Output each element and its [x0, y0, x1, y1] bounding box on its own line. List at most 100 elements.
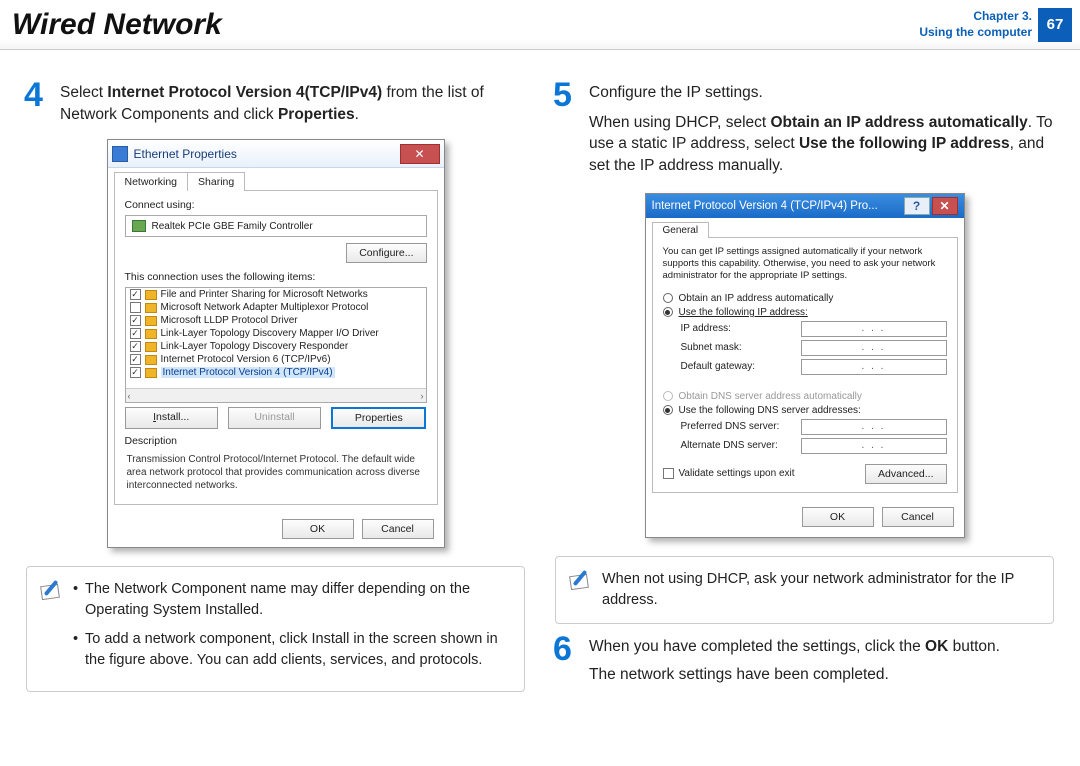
ip-input[interactable]: . . .	[801, 419, 947, 435]
radio-obtain-dns-auto: Obtain DNS server address automatically	[663, 391, 947, 402]
protocol-icon	[145, 290, 157, 300]
description-text: Transmission Control Protocol/Internet P…	[125, 451, 427, 494]
subnet-mask-field: Subnet mask:. . .	[681, 340, 947, 356]
ip-input[interactable]: . . .	[801, 321, 947, 337]
dialog-titlebar: Internet Protocol Version 4 (TCP/IPv4) P…	[646, 194, 964, 218]
chapter-info: Chapter 3. Using the computer	[919, 9, 1032, 40]
note-icon	[39, 579, 63, 599]
step-number: 6	[553, 634, 579, 685]
close-button[interactable]: ✕	[932, 197, 958, 215]
default-gateway-field: Default gateway:. . .	[681, 359, 947, 375]
checkbox-icon[interactable]	[663, 468, 674, 479]
install-button[interactable]: Install...	[125, 407, 218, 429]
ethernet-icon	[112, 146, 128, 162]
list-item[interactable]: Microsoft Network Adapter Multiplexor Pr…	[126, 301, 426, 314]
step-6: 6 When you have completed the settings, …	[553, 634, 1056, 685]
radio-icon[interactable]	[663, 307, 673, 317]
checkbox-icon[interactable]: ✓	[130, 341, 141, 352]
horizontal-scrollbar[interactable]: ‹›	[126, 388, 426, 402]
note-bullet: To add a network component, click Instal…	[73, 629, 510, 671]
note-bullet: The Network Component name may differ de…	[73, 579, 510, 621]
checkbox-icon[interactable]: ✓	[130, 354, 141, 365]
preferred-dns-field: Preferred DNS server:. . .	[681, 419, 947, 435]
step-text: Configure the IP settings. When using DH…	[589, 80, 1056, 177]
step-4: 4 Select Internet Protocol Version 4(TCP…	[24, 80, 527, 125]
checkbox-icon[interactable]: ✓	[130, 289, 141, 300]
note-text: When not using DHCP, ask your network ad…	[602, 569, 1039, 611]
help-button[interactable]: ?	[904, 197, 930, 215]
radio-icon	[663, 391, 673, 401]
right-column: 5 Configure the IP settings. When using …	[553, 80, 1056, 699]
page-number-badge: 67	[1038, 8, 1072, 42]
left-column: 4 Select Internet Protocol Version 4(TCP…	[24, 80, 527, 699]
protocol-icon	[145, 342, 157, 352]
step-text: When you have completed the settings, cl…	[589, 634, 1000, 685]
scroll-left-icon[interactable]: ‹	[128, 391, 131, 401]
uninstall-button: Uninstall	[228, 407, 321, 429]
tab-sharing[interactable]: Sharing	[187, 172, 245, 191]
intro-text: You can get IP settings assigned automat…	[663, 246, 947, 283]
step-number: 5	[553, 80, 579, 177]
items-label: This connection uses the following items…	[125, 271, 427, 283]
adapter-box: Realtek PCIe GBE Family Controller	[125, 215, 427, 237]
connect-using-label: Connect using:	[125, 199, 427, 211]
dialog-title-text: Internet Protocol Version 4 (TCP/IPv4) P…	[652, 200, 878, 212]
dialog-tabs: Networking Sharing	[108, 168, 444, 191]
page-title: Wired Network	[12, 8, 919, 42]
properties-button[interactable]: Properties	[331, 407, 426, 429]
nic-icon	[132, 220, 146, 232]
ethernet-properties-dialog: Ethernet Properties ✕ Networking Sharing…	[107, 139, 445, 548]
alternate-dns-field: Alternate DNS server:. . .	[681, 438, 947, 454]
protocol-icon	[145, 329, 157, 339]
content-columns: 4 Select Internet Protocol Version 4(TCP…	[0, 50, 1080, 699]
tab-body: Connect using: Realtek PCIe GBE Family C…	[114, 190, 438, 505]
checkbox-icon[interactable]: ✓	[130, 367, 141, 378]
step-5: 5 Configure the IP settings. When using …	[553, 80, 1056, 177]
list-item-selected[interactable]: ✓Internet Protocol Version 4 (TCP/IPv4)	[126, 366, 426, 379]
description-label: Description	[125, 435, 427, 447]
protocol-icon	[145, 316, 157, 326]
checkbox-icon[interactable]: ✓	[130, 315, 141, 326]
tab-general[interactable]: General	[652, 222, 710, 238]
advanced-button[interactable]: Advanced...	[865, 464, 946, 484]
radio-icon[interactable]	[663, 293, 673, 303]
dialog-titlebar: Ethernet Properties ✕	[108, 140, 444, 168]
list-item[interactable]: ✓Microsoft LLDP Protocol Driver	[126, 314, 426, 327]
protocol-icon	[145, 368, 157, 378]
list-item[interactable]: ✓Link-Layer Topology Discovery Mapper I/…	[126, 327, 426, 340]
note-icon	[568, 569, 592, 589]
tab-body: You can get IP settings assigned automat…	[652, 237, 958, 493]
scroll-right-icon[interactable]: ›	[421, 391, 424, 401]
dialog-title-text: Ethernet Properties	[134, 147, 237, 161]
ip-input[interactable]: . . .	[801, 359, 947, 375]
ok-button[interactable]: OK	[802, 507, 874, 527]
cancel-button[interactable]: Cancel	[362, 519, 434, 539]
note-box: The Network Component name may differ de…	[26, 566, 525, 692]
note-box: When not using DHCP, ask your network ad…	[555, 556, 1054, 624]
protocol-icon	[145, 303, 157, 313]
cancel-button[interactable]: Cancel	[882, 507, 954, 527]
list-item[interactable]: ✓Link-Layer Topology Discovery Responder	[126, 340, 426, 353]
list-item[interactable]: ✓File and Printer Sharing for Microsoft …	[126, 288, 426, 301]
ip-input[interactable]: . . .	[801, 438, 947, 454]
ok-button[interactable]: OK	[282, 519, 354, 539]
list-item[interactable]: ✓Internet Protocol Version 6 (TCP/IPv6)	[126, 353, 426, 366]
step-number: 4	[24, 80, 50, 125]
configure-button[interactable]: Configure...	[346, 243, 426, 263]
page-header: Wired Network Chapter 3. Using the compu…	[0, 0, 1080, 50]
adapter-name: Realtek PCIe GBE Family Controller	[152, 221, 313, 232]
radio-use-following-dns[interactable]: Use the following DNS server addresses:	[663, 405, 947, 416]
radio-obtain-ip-auto[interactable]: Obtain an IP address automatically	[663, 293, 947, 304]
tab-networking[interactable]: Networking	[114, 172, 189, 191]
ip-input[interactable]: . . .	[801, 340, 947, 356]
radio-use-following-ip[interactable]: Use the following IP address:	[663, 307, 947, 318]
radio-icon[interactable]	[663, 405, 673, 415]
checkbox-icon[interactable]	[130, 302, 141, 313]
checkbox-icon[interactable]: ✓	[130, 328, 141, 339]
component-list[interactable]: ✓File and Printer Sharing for Microsoft …	[125, 287, 427, 403]
validate-checkbox-row[interactable]: Validate settings upon exit	[663, 468, 795, 479]
ip-address-field: IP address:. . .	[681, 321, 947, 337]
close-button[interactable]: ✕	[400, 144, 440, 164]
ipv4-properties-dialog: Internet Protocol Version 4 (TCP/IPv4) P…	[645, 193, 965, 538]
protocol-icon	[145, 355, 157, 365]
